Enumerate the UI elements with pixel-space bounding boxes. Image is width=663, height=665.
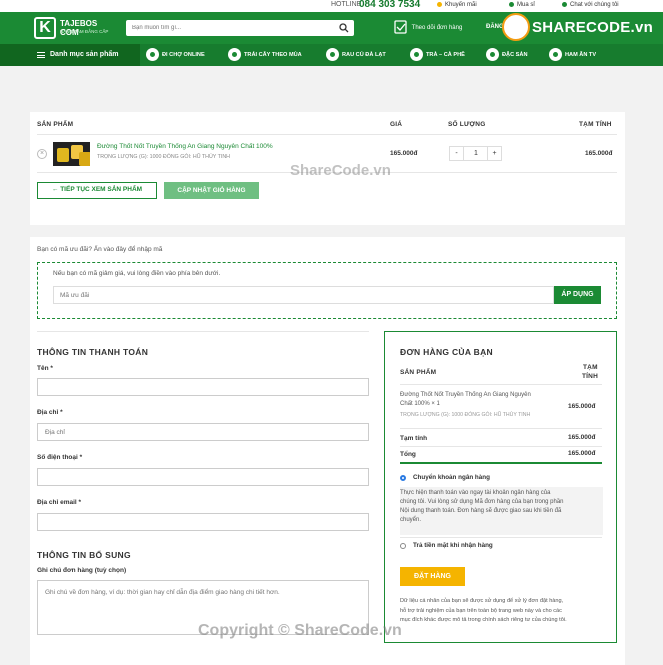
wholesale-icon [509, 2, 514, 7]
pay-bank-label[interactable]: Chuyển khoản ngân hàng [413, 474, 490, 481]
divider [37, 134, 617, 135]
total-value: 165.000đ [568, 450, 596, 457]
wholesale-link[interactable]: Mua sỉ [509, 2, 535, 8]
product-thumbnail[interactable] [53, 142, 90, 166]
qty-plus-button[interactable]: + [487, 147, 501, 160]
nav-item-fruit[interactable]: TRÁI CÂY THEO MÙA [228, 48, 302, 62]
order-title: ĐƠN HÀNG CỦA BẠN [400, 347, 493, 357]
promo-icon [437, 2, 442, 7]
fruit-icon [228, 48, 241, 62]
order-col-total-1: TẠM [583, 364, 598, 371]
nav-item-market[interactable]: ĐI CHỢ ONLINE [146, 48, 205, 62]
subtotal-value: 165.000đ [568, 434, 596, 441]
remove-item-button[interactable]: × [37, 149, 47, 159]
email-label: Địa chỉ email * [37, 499, 82, 506]
top-bar: HOTLINE 084 303 7534 Khuyến mãi Mua sỉ C… [0, 0, 663, 12]
phone-field[interactable] [37, 468, 369, 486]
cart-product-meta: TRỌNG LƯỢNG (G): 1000 ĐÓNG GÓI: HŨ THỦY … [97, 154, 230, 160]
order-check-icon [394, 20, 407, 34]
promo-link[interactable]: Khuyến mãi [437, 2, 477, 8]
total-label: Tổng [400, 451, 416, 458]
divider [400, 462, 602, 464]
extra-info-title: THÔNG TIN BỔ SUNG [37, 550, 131, 560]
hotline-number[interactable]: 084 303 7534 [359, 0, 420, 10]
coupon-hint: Nếu bạn có mã giảm giá, vui lòng điền và… [53, 270, 221, 277]
cart-line-subtotal: 165.000đ [585, 150, 613, 157]
divider [400, 384, 602, 385]
logo-tagline: NÂNG TẦM ĐẲNG CẤP [60, 29, 109, 34]
coupon-toggle[interactable]: Bạn có mã ưu đãi? Ấn vào đây để nhập mã [37, 246, 162, 253]
watermark: Copyright © ShareCode.vn [198, 622, 402, 639]
continue-shopping-button[interactable]: ← TIẾP TỤC XEM SẢN PHẨM [37, 182, 157, 199]
logo-mark: K [34, 17, 56, 39]
hotline-label: HOTLINE [331, 1, 362, 8]
order-item-line1: Đường Thốt Nốt Truyền Thống An Giang Ngu… [400, 392, 531, 398]
order-item-line2: Chất 100% × 1 [400, 401, 440, 407]
privacy-notice: Dữ liệu cá nhân của bạn sẽ được sử dụng … [400, 598, 567, 623]
cart-product-name[interactable]: Đường Thốt Nốt Truyền Thống An Giang Ngu… [97, 143, 273, 150]
site-logo[interactable]: K TAJEBOS COM NÂNG TẦM ĐẲNG CẤP [34, 17, 112, 39]
notes-label: Ghi chú đơn hàng (tuỳ chọn) [37, 567, 127, 574]
pay-cod-label[interactable]: Trả tiền mặt khi nhận hàng [413, 542, 493, 549]
category-menu-button[interactable]: Danh mục sản phẩm [0, 44, 140, 66]
search-icon[interactable] [339, 23, 349, 33]
col-price: GIÁ [390, 121, 403, 128]
order-item-total: 165.000đ [568, 403, 596, 410]
coffee-icon [410, 48, 423, 62]
quantity-stepper: - 1 + [449, 146, 502, 161]
place-order-button[interactable]: ĐẶT HÀNG [400, 567, 465, 586]
nav-item-ham-an-tv[interactable]: HAM ĂN TV [549, 48, 596, 62]
divider [400, 537, 602, 538]
pay-bank-description: Thực hiện thanh toán vào ngay tài khoản … [400, 487, 603, 535]
nav-item-vegetables[interactable]: RAU CỦ ĐÀ LẠT [326, 48, 386, 62]
order-item-meta: TRỌNG LƯỢNG (G): 1000 ĐÓNG GÓI: HŨ THỦY … [400, 412, 531, 418]
name-label: Tên * [37, 365, 53, 372]
chat-link[interactable]: Chat với chúng tôi [562, 2, 619, 8]
logo-name: TAJEBOS COM [60, 19, 98, 37]
update-cart-button[interactable]: CẬP NHẬT GIỎ HÀNG [164, 182, 259, 199]
divider [37, 331, 369, 332]
nav-item-tea-coffee[interactable]: TRÀ – CÀ PHÊ [410, 48, 465, 62]
col-product: SẢN PHẨM [37, 121, 74, 128]
sharecode-logo: SHARECODE.vn [502, 13, 662, 43]
specialty-icon [486, 48, 499, 62]
address-label: Địa chỉ * [37, 409, 63, 416]
tv-icon [549, 48, 562, 62]
phone-label: Số điện thoại * [37, 454, 83, 461]
search-box [126, 20, 354, 36]
menu-icon [37, 52, 45, 58]
divider [400, 428, 602, 429]
market-icon [146, 48, 159, 62]
watermark: ShareCode.vn [290, 162, 391, 179]
pay-bank-radio[interactable] [400, 475, 406, 481]
search-input[interactable] [126, 20, 326, 36]
billing-title: THÔNG TIN THANH TOÁN [37, 347, 149, 357]
nav-item-specialty[interactable]: ĐẶC SẢN [486, 48, 527, 62]
cart-product-price: 165.000đ [390, 150, 418, 157]
qty-value[interactable]: 1 [465, 147, 487, 160]
email-field[interactable] [37, 513, 369, 531]
address-field[interactable] [37, 423, 369, 441]
subtotal-label: Tạm tính [400, 435, 428, 442]
coupon-input[interactable] [53, 286, 554, 304]
sharecode-logo-icon [502, 13, 530, 41]
order-col-product: SẢN PHẨM [400, 369, 437, 376]
divider [400, 446, 602, 447]
main-nav: Danh mục sản phẩm ĐI CHỢ ONLINE TRÁI CÂY… [0, 44, 663, 66]
col-subtotal: TẠM TÍNH [579, 121, 612, 128]
track-order-link[interactable]: Theo dõi đơn hàng [394, 20, 462, 34]
vegetable-icon [326, 48, 339, 62]
pay-cod-radio[interactable] [400, 543, 406, 549]
chat-icon [562, 2, 567, 7]
order-col-total-2: TÍNH [582, 373, 598, 380]
qty-minus-button[interactable]: - [450, 147, 464, 160]
apply-coupon-button[interactable]: ÁP DỤNG [554, 286, 601, 304]
name-field[interactable] [37, 378, 369, 396]
col-qty: SỐ LƯỢNG [448, 121, 486, 128]
